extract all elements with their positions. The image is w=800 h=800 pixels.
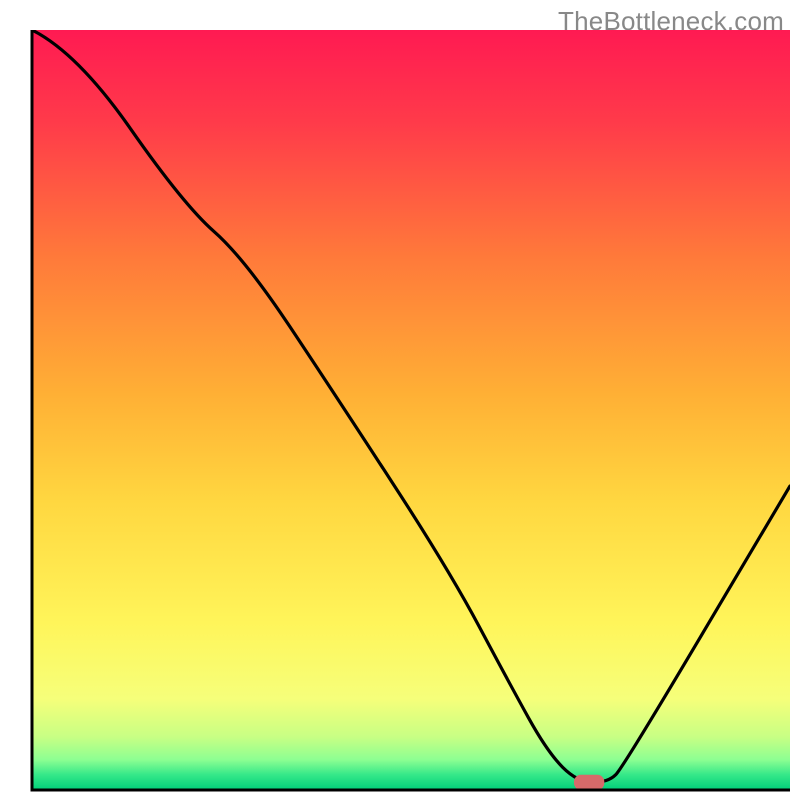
chart-frame: TheBottleneck.com [0, 0, 800, 800]
optimal-marker [574, 775, 604, 790]
bottleneck-chart [0, 0, 800, 800]
